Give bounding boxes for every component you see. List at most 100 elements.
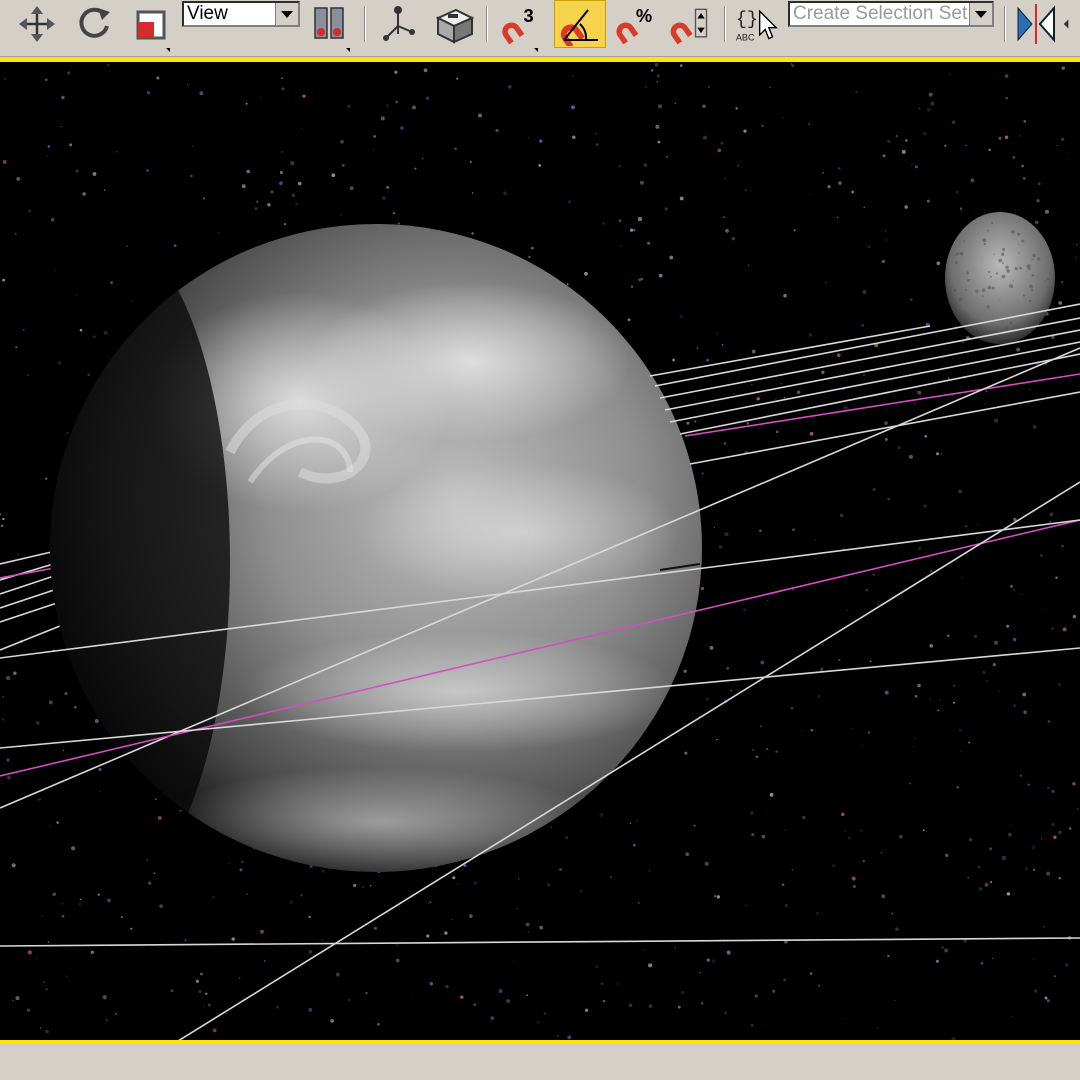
star [584, 1008, 589, 1012]
star [27, 374, 30, 377]
star [1064, 963, 1069, 967]
star [528, 255, 531, 259]
star [595, 133, 597, 135]
star [73, 705, 77, 709]
star [801, 729, 803, 731]
star [929, 644, 933, 648]
star [106, 1019, 108, 1021]
moon-crater [1006, 269, 1010, 273]
star [330, 1019, 334, 1023]
angle-snap-toggle-button[interactable] [554, 0, 606, 48]
star [260, 929, 264, 934]
star [6, 758, 10, 762]
select-and-scale-button[interactable] [128, 2, 172, 52]
star [994, 418, 999, 423]
star [537, 1021, 540, 1024]
star [381, 196, 386, 201]
star [1036, 199, 1040, 203]
star [861, 744, 864, 747]
star [372, 149, 375, 151]
star [2, 695, 5, 698]
select-and-move-button[interactable] [15, 2, 59, 46]
star [45, 477, 48, 480]
moon-crater [1002, 247, 1006, 252]
flyout-indicator-icon [346, 48, 350, 52]
star [377, 1022, 380, 1026]
star [637, 901, 640, 904]
star [863, 206, 866, 209]
star [716, 739, 718, 741]
star [914, 402, 916, 405]
moon-crater [1027, 266, 1031, 271]
star [445, 984, 449, 989]
star [885, 409, 887, 411]
star [618, 219, 622, 223]
star [998, 691, 1000, 693]
star [15, 346, 18, 349]
star [203, 1006, 205, 1008]
star [750, 1023, 754, 1027]
star [880, 852, 883, 854]
star [115, 150, 118, 153]
moon-crater [981, 294, 984, 297]
star [1011, 1015, 1013, 1017]
select-and-manipulate-button[interactable] [376, 2, 420, 46]
star [498, 989, 503, 994]
star [473, 860, 476, 862]
star [793, 229, 796, 232]
star [527, 137, 530, 139]
star [45, 155, 48, 158]
star [457, 883, 459, 885]
star [847, 836, 851, 840]
star [126, 245, 128, 247]
scale-icon [136, 10, 166, 40]
spinner-snap-toggle-button[interactable] [668, 2, 712, 46]
perspective-viewport[interactable] [0, 58, 1080, 1044]
reference-coordinate-dropdown[interactable]: View [182, 1, 300, 27]
svg-text:{}: {} [736, 9, 758, 30]
star [905, 139, 908, 142]
star [814, 538, 816, 541]
star [982, 670, 986, 674]
star [714, 894, 717, 898]
star [1021, 164, 1024, 168]
mirror-button[interactable] [1014, 2, 1058, 46]
chevron-down-icon[interactable] [969, 3, 992, 25]
align-button[interactable] [1062, 2, 1080, 46]
edit-named-selection-sets-button[interactable]: {} ABC [734, 2, 778, 46]
star [917, 390, 922, 395]
named-selection-set-dropdown[interactable]: Create Selection Set [788, 1, 994, 27]
snaps-toggle-button[interactable]: 3 [496, 2, 540, 52]
select-and-rotate-button[interactable] [72, 2, 116, 46]
star [978, 887, 983, 891]
star [110, 281, 113, 284]
percent-snap-toggle-button[interactable]: % [612, 2, 656, 46]
use-pivot-point-center-button[interactable] [308, 2, 352, 52]
star [423, 68, 428, 73]
star [291, 193, 296, 198]
star [723, 442, 727, 445]
star [36, 721, 40, 725]
star [543, 1012, 547, 1015]
star [992, 663, 996, 667]
star [1061, 66, 1066, 70]
star [693, 824, 696, 827]
star [429, 982, 433, 986]
star [98, 767, 102, 772]
star [679, 314, 684, 319]
keyboard-shortcut-override-button[interactable] [432, 2, 476, 46]
star [17, 553, 20, 556]
star [571, 105, 575, 110]
chevron-down-icon[interactable] [275, 3, 298, 25]
star [993, 640, 999, 645]
star [1049, 521, 1052, 523]
star [526, 994, 528, 997]
star [944, 144, 947, 147]
star [851, 876, 856, 881]
star [2, 159, 7, 164]
star [192, 144, 195, 148]
star [1060, 137, 1065, 141]
star [412, 105, 416, 110]
star [1022, 692, 1027, 697]
star [399, 125, 405, 131]
